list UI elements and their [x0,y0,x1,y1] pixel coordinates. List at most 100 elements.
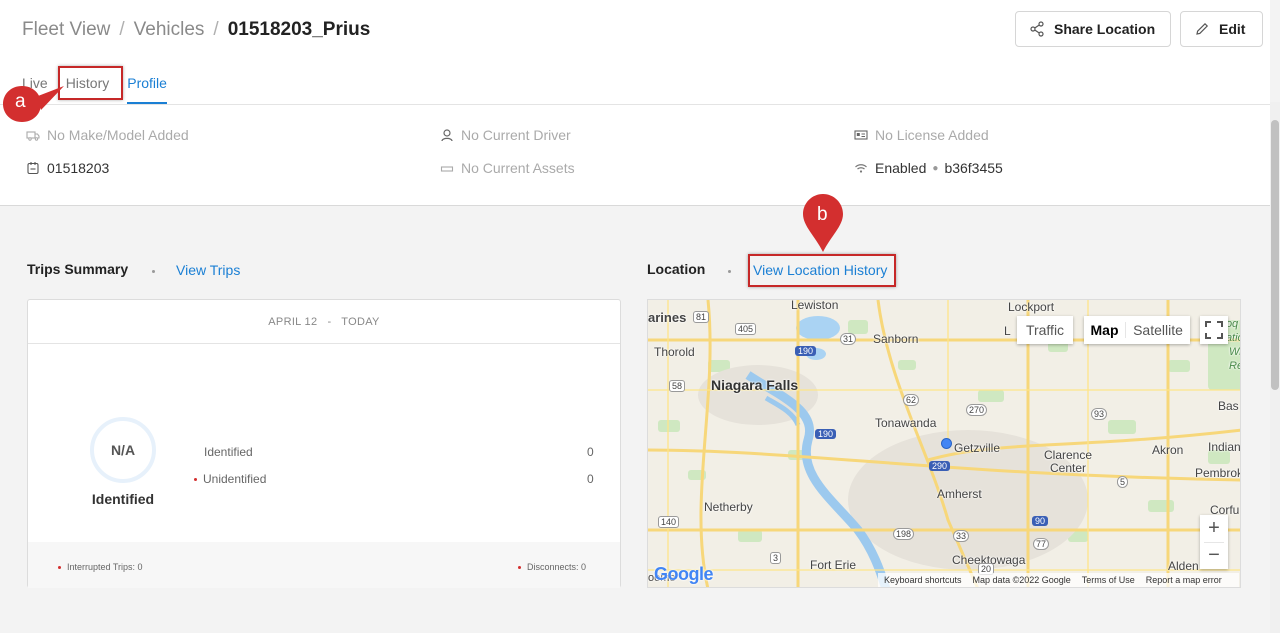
breadcrumb-separator: / [213,19,219,40]
breadcrumb-separator: / [119,19,125,40]
location-title: Location [647,261,706,277]
driver-text: No Current Driver [461,127,571,143]
fullscreen-button[interactable] [1200,316,1228,344]
map-label-tonawanda: Tonawanda [875,416,937,430]
map-label-lewiston: Lewiston [791,299,839,312]
route-shield: 198 [893,528,915,540]
map-label-l: L [1004,324,1011,338]
map-type-map[interactable]: Map [1084,322,1126,338]
map-label-clarence-center: Center [1050,461,1087,475]
route-shield: 81 [693,311,710,323]
vehicle-header: Fleet View / Vehicles / 01518203_Prius S… [0,0,1270,206]
disconnects-dot [518,566,521,570]
map-label-clarence: Clarence [1044,448,1093,462]
route-shield: 3 [770,552,782,564]
share-icon [1030,21,1044,37]
report-map-error-link[interactable]: Report a map error [1146,575,1222,585]
keyboard-shortcuts-link[interactable]: Keyboard shortcuts [884,575,962,585]
route-shield: 33 [953,530,970,542]
identified-row-label: Identified [204,445,253,459]
share-location-button[interactable]: Share Location [1015,11,1171,47]
vehicle-location-marker[interactable] [941,438,952,449]
unidentified-row-value: 0 [587,472,594,486]
route-shield: 140 [658,516,680,528]
section-separator-dot [152,270,155,273]
map-label-fort-erie: Fort Erie [810,558,857,572]
date-range: APRIL 12 - TODAY [28,300,620,344]
route-shield: 31 [840,333,857,345]
page-title: 01518203_Prius [227,19,371,40]
separator-dot: ● [932,162,939,174]
fullscreen-icon [1205,321,1223,339]
breadcrumb-fleet-view[interactable]: Fleet View [22,19,110,41]
pencil-icon [1196,22,1209,35]
license-card-icon [854,130,868,140]
traffic-toggle[interactable]: Traffic [1017,316,1073,344]
page-scrollbar[interactable] [1270,102,1280,633]
assets-text: No Current Assets [461,160,575,176]
disconnects: Disconnects: 0 [518,562,586,572]
identified-row-value: 0 [587,445,594,459]
annotation-label-a: a [15,91,26,112]
vehicle-id-info: 01518203 [26,160,109,176]
scrollbar-thumb[interactable] [1271,120,1279,390]
date-separator: - [320,316,339,328]
map-label-thorold: Thorold [654,345,695,359]
route-shield: 58 [669,380,686,392]
map-attribution: Keyboard shortcuts Map data ©2022 Google… [878,573,1239,587]
map-label-akron: Akron [1152,443,1184,457]
license-text: No License Added [875,127,989,143]
annotation-box-location-history [748,254,896,287]
wifi-icon [855,164,867,173]
person-icon [441,129,453,142]
zoom-out-button[interactable]: − [1204,542,1224,569]
google-logo: Google [654,564,714,584]
route-shield: 93 [1091,408,1108,420]
map-label-alden: Alden [1168,559,1199,573]
view-trips-link[interactable]: View Trips [176,262,240,278]
map-label-marines: arines [648,310,687,325]
edit-label: Edit [1219,21,1246,37]
map-type-satellite[interactable]: Satellite [1126,322,1190,338]
identified-ring-chart: N/A [90,417,156,483]
tab-profile[interactable]: Profile [127,72,167,104]
terms-of-use-link[interactable]: Terms of Use [1082,575,1135,585]
annotation-pin-a [3,86,64,122]
date-start: APRIL 12 [268,316,318,328]
route-shield: 405 [735,323,757,335]
map-label-bas: Bas [1218,399,1239,413]
device-serial: b36f3455 [944,160,1003,176]
unidentified-dot [194,478,197,482]
connectivity-status: Enabled [875,160,927,176]
vehicle-id-text: 01518203 [47,160,110,176]
truck-icon [26,131,40,141]
location-map[interactable]: arines Lewiston Lockport L Thorold Sanbo… [647,299,1241,588]
map-label-lockport: Lockport [1008,300,1055,314]
connectivity-info: Enabled ● b36f3455 [854,160,1003,176]
map-data-credit: Map data ©2022 Google [972,575,1071,585]
map-label-refuge-3: Wild [1229,346,1241,358]
interstate-shield: 90 [1032,516,1049,526]
interstate-shield: 290 [929,461,951,471]
trips-summary-card: APRIL 12 - TODAY N/A Identified Identifi… [27,299,621,588]
unidentified-row-label: Unidentified [194,472,266,486]
map-label-refuge-4: Refu [1229,360,1240,372]
ring-label: Identified [91,491,155,507]
map-label-indian: Indian [1208,440,1241,454]
zoom-control: + − [1200,515,1228,569]
edit-button[interactable]: Edit [1180,11,1263,47]
route-shield: 77 [1033,538,1050,550]
map-label-netherby: Netherby [704,500,753,514]
map-label-niagara-falls: Niagara Falls [711,377,799,393]
zoom-in-button[interactable]: + [1208,515,1220,542]
interrupted-dot [58,566,61,570]
make-model-info: No Make/Model Added [26,127,189,143]
card-footer: Interrupted Trips: 0 Disconnects: 0 [28,542,620,588]
breadcrumb-vehicles[interactable]: Vehicles [134,19,205,41]
annotation-box-history [58,66,123,100]
assets-info: No Current Assets [440,160,575,176]
interstate-shield: 190 [795,346,817,356]
route-shield: 62 [903,394,920,406]
interrupted-trips: Interrupted Trips: 0 [58,562,143,572]
map-label-sanborn: Sanborn [873,332,919,346]
